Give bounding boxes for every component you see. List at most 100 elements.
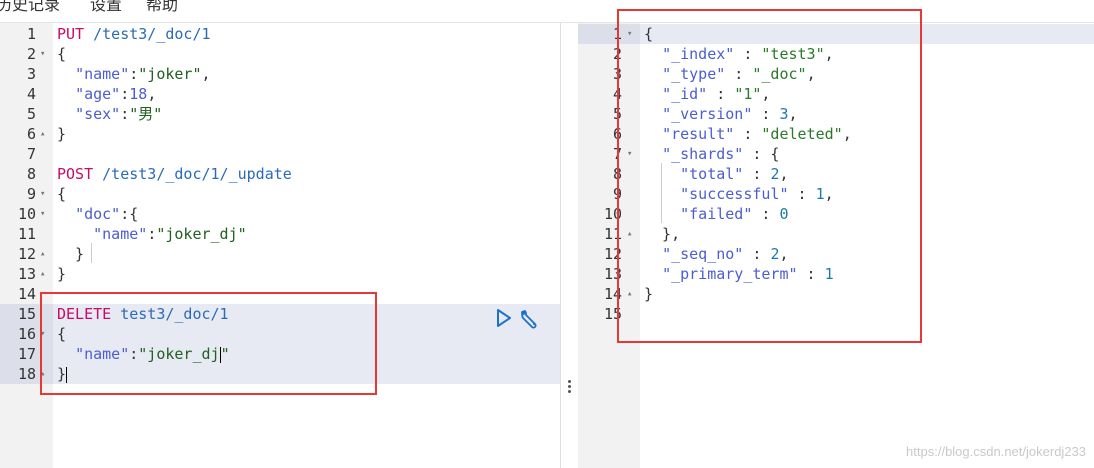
request-code-line: { — [53, 44, 560, 64]
fold-arrow-icon[interactable]: ▾ — [40, 204, 45, 224]
pane-splitter[interactable] — [560, 23, 580, 468]
code-token: "_index" — [662, 45, 735, 63]
response-gutter-line: 3 — [578, 64, 640, 84]
code-token: , — [824, 45, 834, 63]
menu-item-settings[interactable]: 设置 — [90, 0, 122, 15]
code-token: "joker" — [138, 65, 202, 83]
unfold-arrow-icon[interactable]: ▴ — [40, 264, 45, 284]
code-token: "deleted" — [761, 125, 843, 143]
unfold-arrow-icon[interactable]: ▴ — [40, 364, 45, 384]
fold-arrow-icon[interactable]: ▾ — [40, 324, 45, 344]
line-number: 5 — [612, 105, 622, 123]
code-token: "name" — [93, 225, 148, 243]
request-gutter-line: 7 — [0, 144, 53, 164]
code-token: "doc" — [75, 205, 121, 223]
code-token: } — [57, 125, 67, 143]
code-token: POST — [57, 165, 94, 183]
indent-guide — [91, 243, 92, 263]
response-gutter-line: 11 ▴ — [578, 224, 640, 244]
line-number: 13 — [17, 265, 36, 283]
request-code-line: "doc":{ — [53, 204, 560, 224]
response-gutter-line: 14 ▴ — [578, 284, 640, 304]
request-code-line: POST /test3/_doc/1/_update — [53, 164, 560, 184]
code-token: " — [220, 345, 230, 363]
response-gutter-line: 13 — [578, 264, 640, 284]
response-code-line: "_shards" : { — [640, 144, 1094, 164]
code-token: "_doc" — [752, 65, 807, 83]
response-gutter-line: 7 ▾ — [578, 144, 640, 164]
request-code-line: } — [53, 124, 560, 144]
request-code-line — [53, 284, 560, 304]
code-token: "joker_dj" — [156, 225, 247, 243]
unfold-arrow-icon[interactable]: ▴ — [627, 224, 632, 244]
drag-handle-icon[interactable] — [568, 380, 571, 395]
response-code-line: { — [640, 24, 1094, 44]
line-number: 1 — [612, 25, 622, 43]
line-number: 18 — [17, 365, 36, 383]
code-token: : — [734, 45, 762, 63]
response-code-line: "_seq_no" : 2, — [640, 244, 1094, 264]
line-number: 5 — [26, 105, 36, 123]
menu-bar: 历史记录 设置 帮助 — [0, 0, 1094, 23]
request-gutter-line: 1 — [0, 24, 53, 44]
request-gutter-line: 14 — [0, 284, 53, 304]
response-code-line: "_type" : "_doc", — [640, 64, 1094, 84]
line-number: 15 — [17, 305, 36, 323]
fold-arrow-icon[interactable]: ▾ — [40, 184, 45, 204]
request-editor[interactable]: 1 2 ▾ 3 4 5 6 ▴ 7 8 9 ▾ 10 ▾ 11 12 ▴ 13 ▴ 14 15 16 ▾ 17 18 ▴ } "n… — [0, 23, 560, 468]
response-gutter-line: 12 — [578, 244, 640, 264]
code-token: : — [734, 125, 762, 143]
code-token: "1" — [734, 85, 762, 103]
response-code-line: "result" : "deleted", — [640, 124, 1094, 144]
request-gutter-line: 9 ▾ — [0, 184, 53, 204]
unfold-arrow-icon[interactable]: ▴ — [40, 244, 45, 264]
unfold-arrow-icon[interactable]: ▴ — [627, 284, 632, 304]
unfold-arrow-icon[interactable]: ▴ — [40, 124, 45, 144]
line-number: 3 — [26, 65, 36, 83]
fold-arrow-icon[interactable]: ▾ — [627, 144, 632, 164]
code-token: "age" — [75, 85, 121, 103]
wrench-icon[interactable] — [519, 308, 539, 329]
request-gutter-line: 5 — [0, 104, 53, 124]
response-gutter-line: 2 — [578, 44, 640, 64]
code-token: } — [57, 265, 67, 283]
code-token: : — [743, 245, 771, 263]
code-token: "_seq_no" — [662, 245, 744, 263]
code-token: /test3/_doc/1 — [84, 25, 211, 43]
response-viewer[interactable]: 1 ▾ 2 3 4 5 6 7 ▾ 8 9 10 11 ▴ 12 13 14 ▴ 15 } "_primary_te… — [578, 23, 1094, 468]
response-gutter-line: 4 — [578, 84, 640, 104]
play-icon[interactable] — [495, 308, 515, 328]
request-code-line: { — [53, 324, 560, 344]
code-token: "name" — [75, 65, 130, 83]
line-number: 15 — [603, 305, 622, 323]
request-code-area[interactable]: } "name":"joker_dj"{DELETE test3/_doc/1}… — [53, 23, 560, 468]
code-token: 18 — [129, 85, 148, 103]
request-gutter-line: 3 — [0, 64, 53, 84]
response-code-line: "failed" : 0 — [640, 204, 1094, 224]
code-token: "_type" — [662, 65, 726, 83]
menu-item-help[interactable]: 帮助 — [146, 0, 178, 15]
code-token: /test3/_doc/1/_update — [93, 165, 292, 183]
menu-item-history[interactable]: 历史记录 — [0, 0, 60, 15]
fold-arrow-icon[interactable]: ▾ — [40, 44, 45, 64]
fold-arrow-icon[interactable]: ▾ — [627, 24, 632, 44]
code-token: "result" — [662, 125, 735, 143]
line-number: 14 — [17, 285, 36, 303]
line-number: 14 — [603, 285, 622, 303]
request-gutter-line: 6 ▴ — [0, 124, 53, 144]
code-token: "test3" — [761, 45, 825, 63]
code-token: } — [57, 245, 85, 263]
line-number: 8 — [612, 165, 622, 183]
code-token: "failed" — [680, 205, 753, 223]
line-number: 7 — [26, 145, 36, 163]
code-token: : — [788, 185, 816, 203]
response-code-line: "successful" : 1, — [640, 184, 1094, 204]
response-code-line: "_index" : "test3", — [640, 44, 1094, 64]
code-token: : — [120, 85, 130, 103]
line-number: 1 — [26, 25, 36, 43]
